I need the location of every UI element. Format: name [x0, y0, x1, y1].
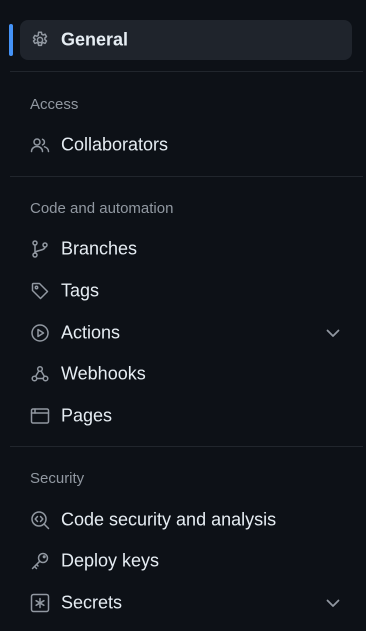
sidebar-item-collaborators[interactable]: Collaborators: [20, 125, 352, 165]
sidebar-item-label: Branches: [61, 238, 138, 259]
sidebar-item-label: Code security and analysis: [61, 509, 277, 530]
play-icon: [30, 323, 50, 343]
sidebar-item-label: Collaborators: [61, 134, 169, 155]
sidebar-item-label: Tags: [61, 280, 100, 301]
sidebar-item-general[interactable]: General: [20, 20, 352, 60]
divider: [10, 176, 363, 177]
people-icon: [30, 135, 50, 155]
tag-icon: [30, 281, 50, 301]
sidebar-item-webhooks[interactable]: Webhooks: [20, 354, 352, 394]
sidebar-item-deploy-keys[interactable]: Deploy keys: [20, 541, 352, 581]
settings-sidebar: General Access Collaborators Code and au…: [0, 0, 366, 631]
chevron-down-icon[interactable]: [324, 324, 342, 342]
key-icon: [30, 551, 50, 571]
webhook-icon: [30, 364, 50, 384]
sidebar-item-tags[interactable]: Tags: [20, 271, 352, 311]
section-title-code-and-automation: Code and automation: [30, 200, 174, 217]
divider: [10, 446, 363, 447]
chevron-down-icon[interactable]: [324, 594, 342, 612]
section-title-access: Access: [30, 96, 79, 113]
sidebar-item-label: Deploy keys: [61, 550, 160, 571]
sidebar-item-label: General: [61, 29, 129, 50]
sidebar-item-label: Actions: [61, 322, 121, 343]
sidebar-item-code-security[interactable]: Code security and analysis: [20, 500, 352, 540]
browser-icon: [30, 406, 50, 426]
sidebar-item-label: Pages: [61, 405, 113, 426]
sidebar-item-label: Webhooks: [61, 363, 146, 384]
sidebar-item-actions[interactable]: Actions: [20, 313, 352, 353]
git-branch-icon: [30, 239, 50, 259]
sidebar-item-secrets[interactable]: Secrets: [20, 583, 352, 623]
asterisk-icon: [30, 593, 50, 613]
gear-icon: [30, 30, 50, 50]
sidebar-item-label: Secrets: [61, 592, 123, 613]
sidebar-item-branches[interactable]: Branches: [20, 229, 352, 269]
sidebar-item-pages[interactable]: Pages: [20, 396, 352, 436]
codescan-icon: [30, 510, 50, 530]
section-title-security: Security: [30, 470, 85, 487]
divider: [10, 71, 363, 72]
selected-indicator: [9, 24, 13, 56]
